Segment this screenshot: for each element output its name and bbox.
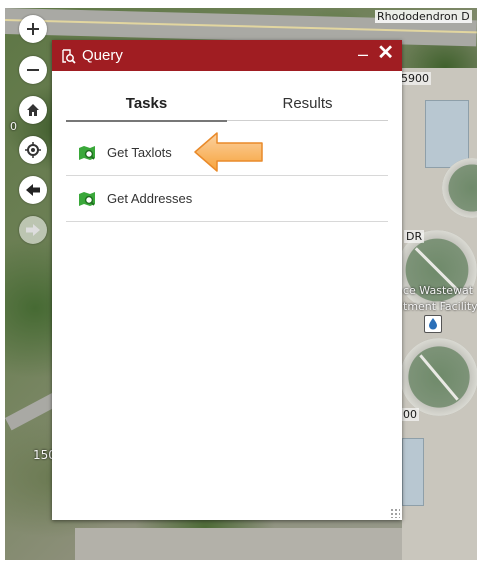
map-query-icon: [79, 191, 95, 206]
locate-button[interactable]: [19, 136, 47, 164]
home-button[interactable]: [19, 96, 47, 124]
zoom-out-button[interactable]: [19, 56, 47, 84]
panel-header[interactable]: Query – ✕: [52, 40, 402, 71]
road-label-dr: DR: [404, 230, 425, 243]
callout-arrow-icon: [194, 132, 263, 172]
panel-title-text: Query: [82, 47, 123, 64]
panel-tabs: Tasks Results: [66, 92, 388, 122]
tab-results[interactable]: Results: [227, 92, 388, 120]
facility-building-2: [402, 438, 424, 506]
back-extent-button[interactable]: [19, 176, 47, 204]
facility-building-1: [425, 100, 469, 168]
panel-title: Query: [60, 47, 123, 64]
facility-label-line2: tment Facility: [403, 300, 477, 313]
parcel-label-top: 5900: [399, 72, 431, 85]
forward-extent-button[interactable]: [19, 216, 47, 244]
parcel-label-edge: 0: [10, 120, 17, 133]
query-panel: Query – ✕ Tasks Results Get Taxlots Get …: [52, 40, 402, 520]
street-label: Rhododendron D: [375, 10, 472, 23]
home-icon: [27, 104, 39, 116]
close-button[interactable]: ✕: [377, 42, 394, 64]
resize-handle[interactable]: [390, 508, 400, 518]
zoom-out-icon: [27, 69, 39, 71]
task-get-addresses[interactable]: Get Addresses: [66, 176, 388, 222]
minimize-button[interactable]: –: [358, 44, 368, 64]
map-query-icon: [79, 145, 95, 160]
tab-tasks[interactable]: Tasks: [66, 92, 227, 122]
parcel-label-right: 00: [401, 408, 419, 421]
zoom-in-button[interactable]: [19, 15, 47, 43]
facility-marker[interactable]: [424, 315, 442, 333]
forward-extent-icon: [26, 224, 40, 236]
zoom-in-icon: [27, 23, 39, 35]
task-label: Get Addresses: [107, 191, 193, 206]
locate-icon: [25, 142, 41, 158]
facility-label-line1: ce Wastewat: [403, 284, 474, 297]
query-icon: [62, 48, 76, 64]
back-extent-icon: [26, 184, 40, 196]
task-label: Get Taxlots: [107, 145, 172, 160]
